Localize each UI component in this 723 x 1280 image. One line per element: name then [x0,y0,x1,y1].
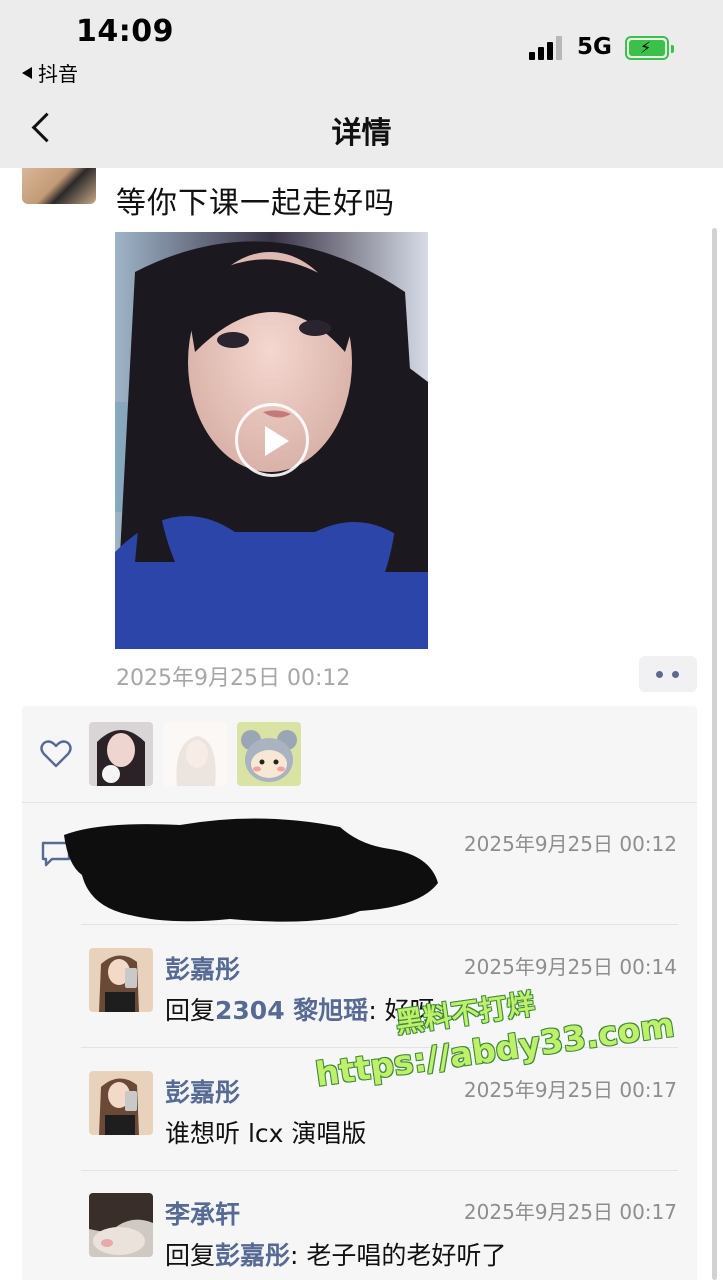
top-bar: 14:09 抖音 5G ⚡ 详情 [0,0,723,168]
more-dots-icon[interactable] [639,656,697,692]
redacted-comment-author [64,818,438,922]
page-title: 详情 [331,116,392,151]
battery-icon: ⚡ [625,36,674,60]
liker-avatar-1[interactable] [89,722,153,786]
detail-page: 14:09 抖音 5G ⚡ 详情 等你下课一起走好吗 2025年9月25日 00… [0,0,723,1280]
likes-divider [22,802,697,803]
comment-timestamp: 2025年9月25日 00:14 [463,955,677,979]
post-author-avatar[interactable] [22,168,96,204]
comment-text: 谁想听 lcx 演唱版 [165,1119,367,1148]
post-text: 等你下课一起走好吗 [116,186,395,221]
liker-avatar-2[interactable] [163,722,227,786]
comment-timestamp: 2025年9月25日 00:17 [463,1200,677,1224]
comment-avatar[interactable] [89,948,153,1012]
back-to-app-link[interactable]: 抖音 [22,58,78,87]
reply-prefix: 回复 [165,996,216,1025]
comment-body: : 老子唱的老好听了 [290,1241,507,1270]
comment-author[interactable]: 彭嘉彤 [165,950,240,986]
back-app-label: 抖音 [38,62,78,86]
heart-icon[interactable] [40,740,72,768]
comment-avatar[interactable] [89,1071,153,1135]
comment-divider [81,1170,678,1171]
back-triangle-icon [22,66,32,79]
play-icon[interactable] [235,403,309,477]
reply-mention[interactable]: 彭嘉彤 [215,1241,290,1270]
comment-author[interactable]: 李承轩 [165,1195,240,1231]
status-time: 14:09 [76,14,174,49]
liker-avatar-3[interactable] [237,722,301,786]
comment-text: 回复彭嘉彤: 老子唱的老好听了 [165,1236,506,1272]
reply-prefix: 回复 [165,1241,216,1270]
network-label: 5G [577,34,612,60]
comment-timestamp: 2025年9月25日 00:17 [463,1078,677,1102]
signal-icon [529,36,565,60]
comment-avatar[interactable] [89,1193,153,1257]
comment-author[interactable]: 彭嘉彤 [165,1073,240,1109]
comment-timestamp: 2025年9月25日 00:12 [463,832,677,856]
comment-divider [81,924,678,925]
post-timestamp: 2025年9月25日 00:12 [116,666,351,691]
scrollbar[interactable] [712,228,717,1280]
reply-mention[interactable]: 2304 黎旭瑶 [215,996,368,1025]
